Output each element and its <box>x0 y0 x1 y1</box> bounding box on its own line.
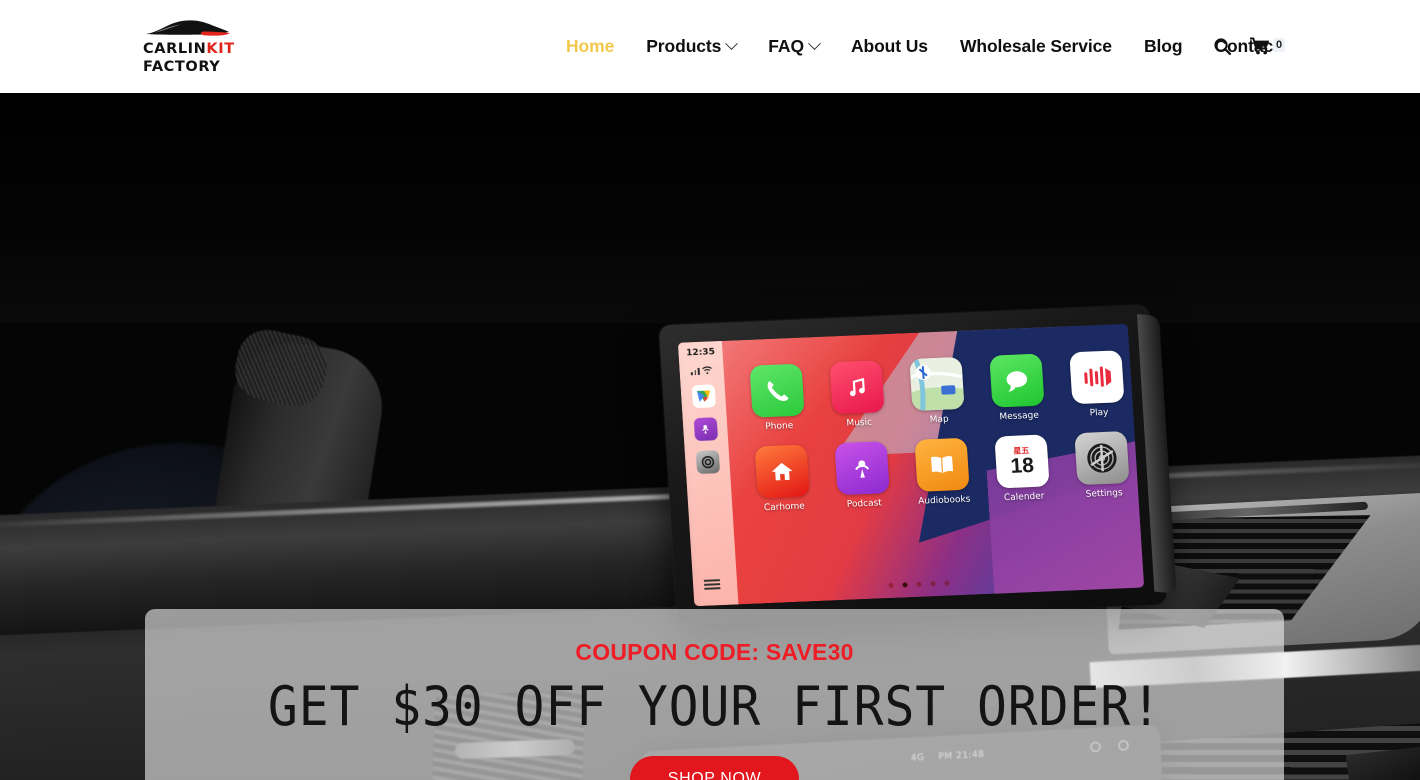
app-message[interactable]: Message <box>975 353 1059 423</box>
logo-text-secondary: FACTORY <box>143 58 221 75</box>
promo-headline: GET $30 OFF YOUR FIRST ORDER! <box>267 675 1162 738</box>
app-map[interactable]: Map <box>895 356 979 426</box>
app-label: Map <box>929 414 950 426</box>
nav-label: FAQ <box>768 36 804 56</box>
music-icon <box>829 360 885 415</box>
home-icon <box>754 444 810 499</box>
page-dot[interactable] <box>887 582 894 589</box>
carplay-app-grid: Phone Music Map Message Play Carhome Pod… <box>735 350 1144 514</box>
site-logo[interactable]: CARLINKIT FACTORY <box>143 18 235 74</box>
search-button[interactable] <box>1213 37 1232 56</box>
cart-button[interactable]: 0 <box>1250 37 1286 56</box>
ambient-dark-top <box>0 93 1420 323</box>
nav-item-blog[interactable]: Blog <box>1128 36 1198 57</box>
app-play[interactable]: Play <box>1055 350 1139 420</box>
hero-section: 150 100 50 3 4 2063 Turbo 4G <box>0 93 1420 780</box>
carplay-status-time: 12:35 <box>685 347 716 359</box>
promo-banner: COUPON CODE: SAVE30 GET $30 OFF YOUR FIR… <box>145 609 1284 780</box>
coupon-code-text: COUPON CODE: SAVE30 <box>575 639 854 665</box>
settings-icon[interactable] <box>695 450 720 475</box>
nav-label: Blog <box>1143 36 1183 56</box>
nav-label: About Us <box>850 36 928 56</box>
calendar-icon: 星五 18 <box>994 434 1050 489</box>
app-music[interactable]: Music <box>815 360 899 430</box>
chevron-down-icon <box>808 37 821 51</box>
page-dot-active[interactable] <box>901 582 908 588</box>
nav-label: Products <box>646 36 722 56</box>
nav-item-about-us[interactable]: About Us <box>835 36 944 57</box>
app-label: Podcast <box>846 498 883 510</box>
maps-icon[interactable] <box>691 384 716 409</box>
cart-icon <box>1250 37 1270 55</box>
chevron-down-icon <box>725 37 739 51</box>
nav-item-products[interactable]: Products <box>630 36 752 57</box>
play-icon <box>1069 350 1125 405</box>
settings-icon <box>1074 431 1130 486</box>
app-label: Music <box>846 417 873 429</box>
site-header: CARLINKIT FACTORY Home Products FAQ Abou… <box>0 0 1420 93</box>
wifi-icon <box>702 366 712 375</box>
logo-text-primary: CARLINKIT <box>143 41 235 57</box>
cart-count-badge: 0 <box>1273 38 1286 52</box>
carplay-screen: 12:35 Phone Music Map Message Play Carho… <box>677 323 1145 607</box>
app-carhome[interactable]: Carhome <box>741 444 825 514</box>
carplay-device: 12:35 Phone Music Map Message Play Carho… <box>658 305 1420 780</box>
page-dot[interactable] <box>915 581 922 587</box>
podcast-icon[interactable] <box>693 417 718 442</box>
message-icon <box>989 353 1045 408</box>
app-settings[interactable]: Settings <box>1060 430 1144 500</box>
page-dot[interactable] <box>943 580 950 586</box>
podcast-icon <box>834 441 890 496</box>
carplay-status-icons <box>690 365 712 376</box>
app-label: Carhome <box>763 501 806 514</box>
app-calender[interactable]: 星五 18 Calender <box>980 434 1064 504</box>
app-label: Phone <box>765 420 794 433</box>
books-icon <box>914 437 970 492</box>
main-navigation: Home Products FAQ About Us Wholesale Ser… <box>550 0 1295 93</box>
calendar-day: 18 <box>1009 454 1035 479</box>
app-phone[interactable]: Phone <box>735 363 819 433</box>
nav-label: Wholesale Service <box>959 36 1112 56</box>
phone-icon <box>749 363 805 418</box>
nav-item-faq[interactable]: FAQ <box>752 36 835 57</box>
app-audiobooks[interactable]: Audiobooks <box>900 437 984 507</box>
car-silhouette-icon <box>146 20 230 36</box>
header-icon-group: 0 <box>1213 0 1286 93</box>
search-icon <box>1214 38 1232 56</box>
app-podcast[interactable]: Podcast <box>820 441 904 511</box>
app-label: Message <box>999 410 1040 423</box>
app-label: Play <box>1089 407 1109 419</box>
nav-item-home[interactable]: Home <box>550 36 630 57</box>
page-dot[interactable] <box>929 581 936 587</box>
nav-item-wholesale-service[interactable]: Wholesale Service <box>944 36 1128 57</box>
shop-now-button[interactable]: SHOP NOW <box>629 756 800 780</box>
nav-label: Home <box>566 36 615 56</box>
maps-icon <box>909 356 965 411</box>
